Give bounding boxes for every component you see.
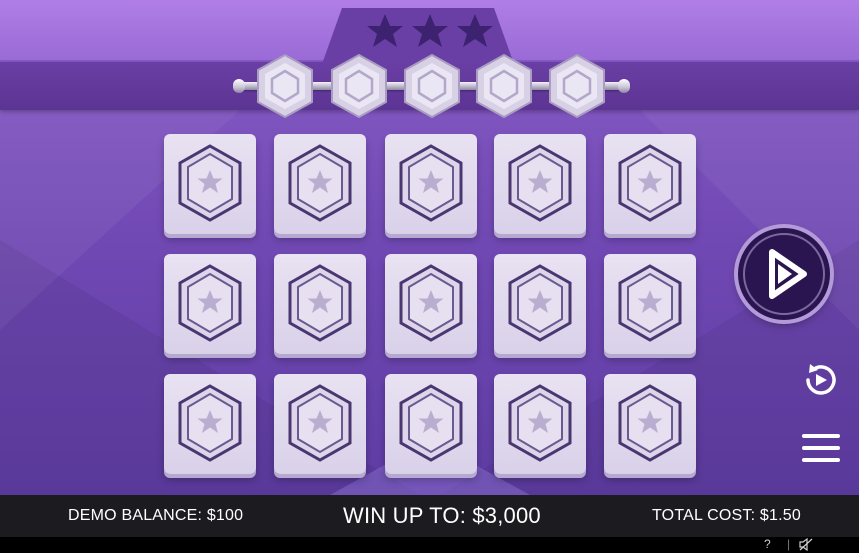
scratch-tile[interactable]	[385, 134, 477, 234]
help-button[interactable]: ?	[764, 537, 771, 551]
scratch-tile[interactable]	[494, 134, 586, 234]
scratch-tile[interactable]	[164, 254, 256, 354]
hexagon-gem-icon	[329, 53, 389, 119]
hamburger-menu-icon	[802, 458, 840, 462]
scratch-tile[interactable]	[274, 254, 366, 354]
hamburger-menu-icon	[802, 434, 840, 438]
sub-bar: ? |	[0, 537, 859, 553]
hexagon-star-icon	[508, 384, 572, 462]
scratch-tile[interactable]	[604, 134, 696, 234]
hexagon-star-icon	[288, 384, 352, 462]
scratch-tile[interactable]	[274, 134, 366, 234]
hexagon-star-icon	[618, 144, 682, 222]
hexagon-star-icon	[618, 384, 682, 462]
hexagon-star-icon	[508, 144, 572, 222]
meter-rod-cap-left	[233, 79, 245, 93]
hexagon-star-icon	[178, 384, 242, 462]
scratch-tile[interactable]	[164, 374, 256, 474]
autoplay-icon	[806, 364, 836, 395]
hexagon-gem-icon	[402, 53, 462, 119]
speaker-muted-icon[interactable]	[799, 538, 813, 551]
play-icon	[743, 233, 825, 315]
separator: |	[787, 537, 791, 551]
hexagon-gem-icon	[547, 53, 607, 119]
scratch-tile[interactable]	[274, 374, 366, 474]
hexagon-gem-icon	[474, 53, 534, 119]
total-cost: TOTAL COST: $1.50	[652, 507, 801, 524]
hexagon-gem-icon	[255, 53, 315, 119]
play-button[interactable]	[738, 228, 830, 320]
hexagon-star-icon	[178, 264, 242, 342]
meter-rod-cap-right	[618, 79, 630, 93]
hexagon-star-icon	[399, 384, 463, 462]
scratch-tile[interactable]	[494, 254, 586, 354]
scratch-tile[interactable]	[385, 254, 477, 354]
hexagon-star-icon	[288, 144, 352, 222]
menu-button[interactable]	[802, 434, 840, 468]
hexagon-star-icon	[288, 264, 352, 342]
hexagon-star-icon	[508, 264, 572, 342]
autoplay-button[interactable]	[800, 360, 840, 400]
hexagon-star-icon	[178, 144, 242, 222]
scratch-tile[interactable]	[604, 374, 696, 474]
scratch-tile[interactable]	[494, 374, 586, 474]
hexagon-star-icon	[618, 264, 682, 342]
hexagon-star-icon	[399, 144, 463, 222]
scratch-tile[interactable]	[604, 254, 696, 354]
hamburger-menu-icon	[802, 446, 840, 450]
scratch-tile[interactable]	[164, 134, 256, 234]
scratch-tile[interactable]	[385, 374, 477, 474]
footer-bar: DEMO BALANCE: $100 WIN UP TO: $3,000 TOT…	[0, 495, 859, 537]
demo-balance: DEMO BALANCE: $100	[68, 507, 244, 524]
win-up-to: WIN UP TO: $3,000	[343, 503, 541, 528]
hexagon-star-icon	[399, 264, 463, 342]
